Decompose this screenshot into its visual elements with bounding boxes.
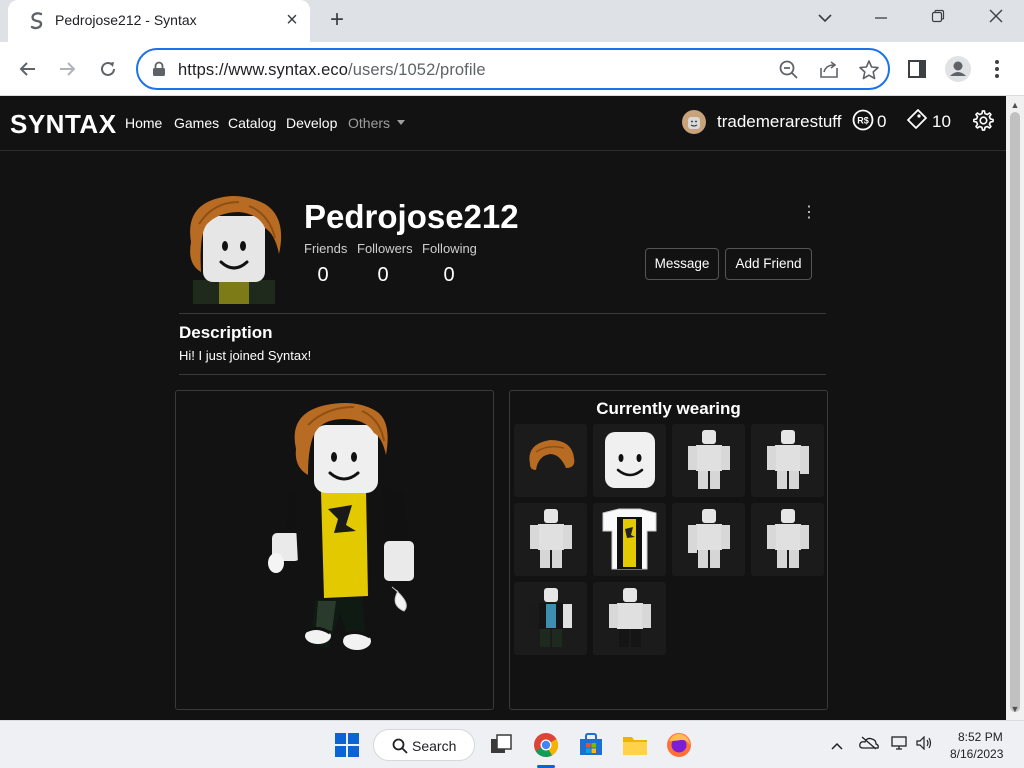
windows-start-icon[interactable] bbox=[333, 731, 361, 759]
show-hidden-icons-chevron-icon[interactable] bbox=[827, 735, 847, 755]
taskbar-search[interactable]: Search bbox=[373, 729, 475, 761]
lock-icon[interactable] bbox=[152, 61, 166, 77]
wearing-item-body-part[interactable] bbox=[514, 503, 587, 576]
page-scrollbar[interactable]: ▲ ▼ bbox=[1006, 96, 1024, 720]
profile-username: Pedrojose212 bbox=[304, 198, 519, 235]
caret-down-icon bbox=[396, 120, 405, 125]
url-path: /users/1052/profile bbox=[348, 61, 486, 79]
network-icon[interactable] bbox=[890, 735, 910, 755]
zoom-out-icon[interactable] bbox=[778, 59, 800, 81]
user-avatar[interactable] bbox=[682, 110, 706, 134]
wearing-item-shirt[interactable] bbox=[593, 503, 666, 576]
search-icon bbox=[392, 738, 408, 754]
ticket-icon[interactable] bbox=[906, 108, 928, 130]
tab-title: Pedrojose212 - Syntax bbox=[55, 12, 197, 28]
avatar-preview-panel bbox=[175, 390, 494, 710]
scroll-up-arrow-icon[interactable]: ▲ bbox=[1006, 98, 1024, 112]
close-tab-icon[interactable]: × bbox=[280, 8, 304, 32]
new-tab-icon[interactable]: + bbox=[322, 6, 352, 36]
stat-following-value[interactable]: 0 bbox=[422, 264, 476, 287]
wearing-item-face[interactable] bbox=[593, 424, 666, 497]
microsoft-store-icon[interactable] bbox=[577, 731, 605, 759]
stat-following-label[interactable]: Following bbox=[422, 241, 477, 256]
browser-toolbar: https://www.syntax.eco/users/1052/profil… bbox=[0, 42, 1024, 96]
robux-icon[interactable]: R$ bbox=[852, 109, 874, 131]
svg-text:R$: R$ bbox=[857, 116, 869, 126]
add-friend-button[interactable]: Add Friend bbox=[725, 248, 812, 280]
side-panel-icon[interactable] bbox=[902, 54, 932, 84]
close-window-icon[interactable] bbox=[976, 4, 1016, 34]
chrome-menu-icon[interactable] bbox=[982, 54, 1012, 84]
url-base: https://www.syntax.eco bbox=[178, 61, 349, 79]
share-icon[interactable] bbox=[818, 59, 840, 81]
site-navbar: SYNTAX Home Games Catalog Develop Others… bbox=[0, 96, 1006, 151]
message-button[interactable]: Message bbox=[645, 248, 719, 280]
divider bbox=[179, 374, 826, 375]
nav-catalog[interactable]: Catalog bbox=[228, 115, 276, 131]
url-text[interactable]: https://www.syntax.eco/users/1052/profil… bbox=[178, 61, 486, 80]
back-icon[interactable] bbox=[13, 54, 43, 84]
profile-icon[interactable] bbox=[943, 54, 973, 84]
gear-icon[interactable] bbox=[971, 109, 994, 132]
currently-wearing-panel: Currently wearing bbox=[509, 390, 828, 710]
syntax-favicon-icon bbox=[30, 12, 43, 30]
stat-followers-label[interactable]: Followers bbox=[357, 241, 413, 256]
bookmark-star-icon[interactable] bbox=[858, 59, 880, 81]
reload-icon[interactable] bbox=[93, 54, 123, 84]
search-label: Search bbox=[412, 738, 457, 754]
windows-taskbar: Search 8:52 PM 8/16/2023 bbox=[0, 720, 1024, 768]
address-bar[interactable]: https://www.syntax.eco/users/1052/profil… bbox=[136, 48, 890, 90]
tab-search-icon[interactable] bbox=[805, 4, 845, 34]
stat-friends-label[interactable]: Friends bbox=[304, 241, 347, 256]
stat-followers-value[interactable]: 0 bbox=[357, 264, 409, 287]
volume-icon[interactable] bbox=[914, 735, 934, 755]
nav-username[interactable]: trademerarestuff bbox=[717, 112, 841, 132]
nav-games[interactable]: Games bbox=[174, 115, 219, 131]
nav-develop[interactable]: Develop bbox=[286, 115, 337, 131]
stat-friends-value[interactable]: 0 bbox=[304, 264, 342, 287]
site-logo[interactable]: SYNTAX bbox=[10, 109, 117, 140]
description-text: Hi! I just joined Syntax! bbox=[179, 348, 312, 363]
firefox-icon[interactable] bbox=[665, 731, 693, 759]
nav-others-label: Others bbox=[348, 115, 391, 131]
clock-date[interactable]: 8/16/2023 bbox=[950, 747, 1003, 761]
file-explorer-icon[interactable] bbox=[621, 731, 649, 759]
wearing-item-body-part[interactable] bbox=[672, 503, 745, 576]
wearing-item-body-part[interactable] bbox=[751, 424, 824, 497]
robux-count: 0 bbox=[877, 112, 887, 131]
ticket-count: 10 bbox=[932, 112, 951, 131]
divider bbox=[179, 313, 826, 314]
nav-others-dropdown[interactable]: Others bbox=[348, 115, 405, 131]
onedrive-icon[interactable] bbox=[859, 735, 879, 755]
clock-time[interactable]: 8:52 PM bbox=[958, 730, 1003, 744]
wearing-item-body-part[interactable] bbox=[672, 424, 745, 497]
currently-wearing-heading: Currently wearing bbox=[596, 399, 741, 418]
scroll-thumb[interactable] bbox=[1010, 112, 1020, 712]
profile-headshot bbox=[179, 194, 289, 304]
scroll-down-arrow-icon[interactable]: ▼ bbox=[1006, 702, 1024, 716]
wearing-item-outfit[interactable] bbox=[514, 582, 587, 655]
forward-icon[interactable] bbox=[52, 54, 82, 84]
wearing-item-pants[interactable] bbox=[593, 582, 666, 655]
browser-tab[interactable]: Pedrojose212 - Syntax × bbox=[8, 0, 310, 42]
wearing-item-hair[interactable] bbox=[514, 424, 587, 497]
task-view-icon[interactable] bbox=[487, 731, 515, 759]
description-heading: Description bbox=[179, 323, 273, 342]
more-options-icon[interactable]: ⋮ bbox=[801, 204, 817, 222]
chrome-icon[interactable] bbox=[532, 731, 560, 759]
restore-icon[interactable] bbox=[918, 4, 958, 34]
minimize-icon[interactable] bbox=[861, 4, 901, 34]
browser-tab-strip: Pedrojose212 - Syntax × + bbox=[0, 0, 1024, 42]
wearing-item-body-part[interactable] bbox=[751, 503, 824, 576]
nav-home[interactable]: Home bbox=[125, 115, 162, 131]
avatar-3d-render bbox=[268, 403, 414, 650]
